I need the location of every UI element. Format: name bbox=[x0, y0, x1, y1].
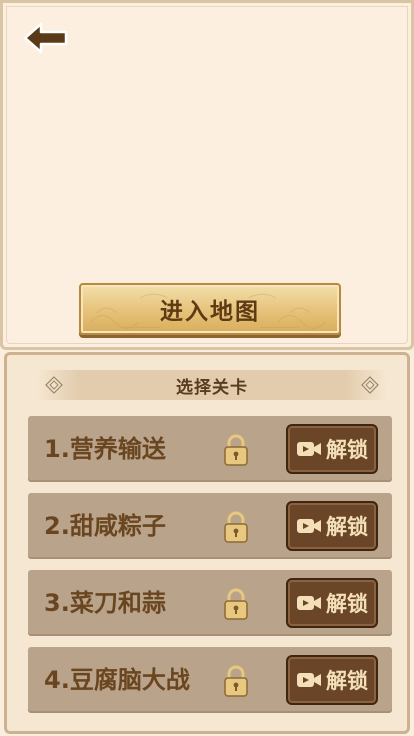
level-row[interactable]: 1.营养输送 解锁 bbox=[28, 416, 392, 482]
unlock-label: 解锁 bbox=[326, 438, 368, 462]
panel-header: 选择关卡 bbox=[37, 370, 387, 400]
enter-map-button[interactable]: 进入地图 bbox=[79, 283, 341, 335]
unlock-label: 解锁 bbox=[326, 515, 368, 539]
diamond-ornament-icon bbox=[45, 376, 63, 394]
level-name: 3.菜刀和蒜 bbox=[44, 589, 166, 617]
back-arrow-icon[interactable] bbox=[23, 21, 69, 55]
unlock-button[interactable]: 解锁 bbox=[286, 578, 378, 628]
video-camera-icon bbox=[297, 673, 321, 687]
lock-icon bbox=[224, 434, 248, 466]
lock-icon bbox=[224, 511, 248, 543]
video-camera-icon bbox=[297, 519, 321, 533]
level-name: 1.营养输送 bbox=[44, 435, 166, 463]
cloud-pattern-icon bbox=[90, 293, 326, 329]
unlock-button[interactable]: 解锁 bbox=[286, 655, 378, 705]
panel-title: 选择关卡 bbox=[176, 377, 248, 398]
unlock-button[interactable]: 解锁 bbox=[286, 424, 378, 474]
unlock-label: 解锁 bbox=[326, 592, 368, 616]
lock-icon bbox=[224, 665, 248, 697]
video-camera-icon bbox=[297, 596, 321, 610]
enter-map-label: 进入地图 bbox=[160, 299, 260, 325]
level-row[interactable]: 3.菜刀和蒜 解锁 bbox=[28, 570, 392, 636]
level-name: 2.甜咸粽子 bbox=[44, 512, 166, 540]
lock-icon bbox=[224, 588, 248, 620]
map-area: 进入地图 bbox=[0, 0, 414, 350]
diamond-ornament-icon bbox=[361, 376, 379, 394]
level-select-panel: 选择关卡 1.营养输送 解锁 2.甜咸粽子 解锁 3.菜刀和蒜 解锁 4.豆腐脑… bbox=[4, 352, 410, 734]
level-row[interactable]: 4.豆腐脑大战 解锁 bbox=[28, 647, 392, 713]
level-row[interactable]: 2.甜咸粽子 解锁 bbox=[28, 493, 392, 559]
unlock-label: 解锁 bbox=[326, 669, 368, 693]
unlock-button[interactable]: 解锁 bbox=[286, 501, 378, 551]
video-camera-icon bbox=[297, 442, 321, 456]
level-name: 4.豆腐脑大战 bbox=[44, 666, 190, 694]
